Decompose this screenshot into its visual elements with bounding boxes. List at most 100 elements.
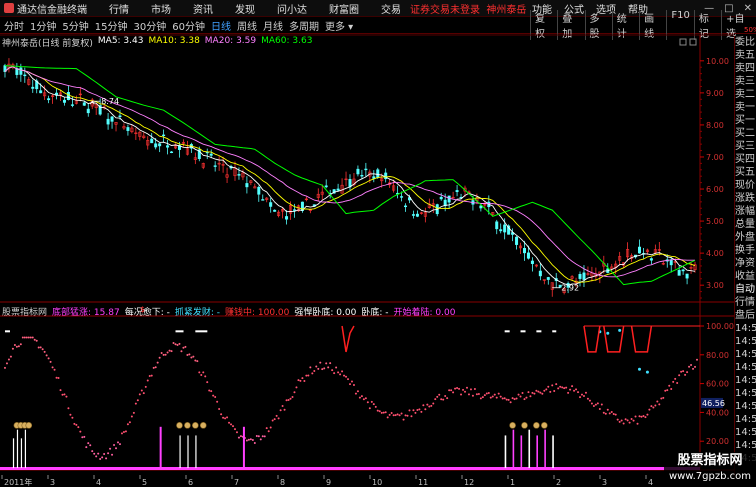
oscillator-dot — [638, 415, 641, 418]
oscillator-dot — [590, 402, 593, 405]
oscillator-dot — [146, 379, 149, 382]
oscillator-dot — [55, 376, 58, 379]
indicator-tick-label: 20.00 — [706, 437, 729, 446]
side-panel-item[interactable]: 14:50 — [735, 387, 756, 400]
oscillator-dot — [517, 393, 520, 396]
oscillator-dot — [382, 411, 385, 414]
oscillator-dot — [636, 422, 639, 425]
oscillator-dot — [481, 396, 484, 399]
oscillator-dot — [420, 410, 423, 413]
side-panel-item[interactable]: 14:50 — [735, 400, 756, 413]
side-panel-item[interactable]: 14:50 — [735, 322, 756, 335]
signal-bar — [159, 426, 162, 468]
oscillator-dot — [349, 383, 351, 386]
oscillator-dot — [469, 388, 472, 391]
stock-chart[interactable]: 10.00 9.00 8.00 7.00 6.00 5.00 4.00 3.00 8.74 2.9… — [0, 0, 734, 476]
oscillator-dot — [598, 408, 601, 411]
signal-bar — [242, 426, 245, 468]
side-panel-item: 现价 — [735, 180, 755, 191]
candle-body — [213, 165, 217, 167]
side-panel-item[interactable]: 14:50 — [735, 361, 756, 374]
oscillator-dot — [228, 421, 231, 424]
oscillator-dot — [218, 407, 221, 410]
oscillator-dot — [144, 385, 147, 388]
candle-body — [150, 138, 154, 144]
oscillator-dot — [364, 397, 367, 400]
price-tick-label: 9.00 — [706, 89, 724, 98]
oscillator-dot — [632, 419, 635, 422]
candle-body — [522, 247, 526, 254]
oscillator-dot — [275, 414, 278, 417]
oscillator-dot — [194, 359, 197, 362]
oscillator-dot — [479, 397, 482, 400]
oscillator-dot — [81, 436, 84, 439]
candle-body — [681, 269, 685, 272]
indicator-tick-label: 40.00 — [706, 408, 729, 417]
oscillator-dot — [253, 441, 256, 444]
oscillator-dot — [148, 375, 151, 378]
oscillator-dot — [333, 372, 336, 375]
candle-body — [356, 168, 360, 175]
oscillator-dot — [400, 412, 403, 415]
oscillator-dot — [686, 371, 689, 374]
oscillator-dot — [186, 354, 189, 357]
money-bag-icon — [176, 422, 183, 429]
side-panel-item: 买一 — [735, 115, 755, 126]
low-price-label: 2.92 — [561, 284, 579, 293]
oscillator-dot — [664, 389, 667, 392]
side-panel-item[interactable]: 行情 — [735, 296, 756, 309]
oscillator-dot — [57, 377, 60, 380]
oscillator-dot — [31, 336, 34, 339]
oscillator-dot — [602, 411, 605, 414]
side-panel-item[interactable]: 盘后 — [735, 309, 756, 322]
oscillator-dot — [497, 392, 500, 395]
oscillator-dot — [410, 415, 413, 418]
side-panel-item: 卖二 — [735, 89, 755, 100]
signal-bar — [552, 435, 554, 468]
candle-body — [237, 174, 241, 176]
oscillator-dot — [672, 380, 675, 383]
candle-body — [376, 169, 380, 178]
oscillator-dot — [555, 383, 558, 386]
oscillator-dot — [343, 374, 346, 377]
candle-body — [31, 86, 35, 89]
oscillator-dot — [111, 453, 114, 456]
oscillator-dot — [180, 350, 183, 353]
oscillator-dot — [210, 390, 213, 393]
oscillator-dot — [263, 435, 266, 438]
watermark: 股票指标网 www.7gpzb.com — [664, 452, 756, 487]
red-top-signal — [583, 325, 601, 353]
oscillator-dot — [321, 368, 324, 371]
oscillator-dot — [414, 411, 417, 414]
side-panel-item[interactable]: 14:50 — [735, 439, 756, 452]
oscillator-dot — [85, 446, 88, 449]
side-panel-item[interactable]: 14:50 — [735, 348, 756, 361]
red-top-signal — [630, 325, 653, 353]
side-panel-item[interactable]: 14:50 — [735, 413, 756, 426]
oscillator-dot — [61, 393, 64, 396]
oscillator-dot — [553, 389, 556, 392]
indicator-tick-label: 80.00 — [706, 351, 729, 360]
time-tick-label: 7 — [234, 478, 239, 487]
oscillator-dot — [596, 402, 599, 405]
side-panel-item[interactable]: 14:50 — [735, 335, 756, 348]
oscillator-dot — [220, 413, 223, 416]
candle-body — [526, 252, 530, 259]
oscillator-dot — [678, 374, 681, 377]
oscillator-dot — [261, 435, 264, 438]
oscillator-dot — [206, 381, 209, 384]
side-panel-item[interactable]: 14:50 — [735, 374, 756, 387]
oscillator-dot — [424, 408, 427, 411]
oscillator-dot — [134, 402, 137, 405]
cyan-signal-dot — [637, 367, 641, 371]
side-panel-item[interactable]: 14:50 — [735, 426, 756, 439]
oscillator-dot — [584, 391, 587, 394]
side-panel-item: 卖一 — [735, 102, 755, 113]
oscillator-dot — [311, 372, 314, 375]
oscillator-dot — [184, 345, 187, 348]
side-panel-item[interactable]: 自动 — [735, 283, 756, 296]
oscillator-dot — [650, 405, 653, 408]
oscillator-dot — [499, 395, 502, 398]
oscillator-dot — [511, 397, 514, 400]
oscillator-dot — [101, 456, 104, 459]
